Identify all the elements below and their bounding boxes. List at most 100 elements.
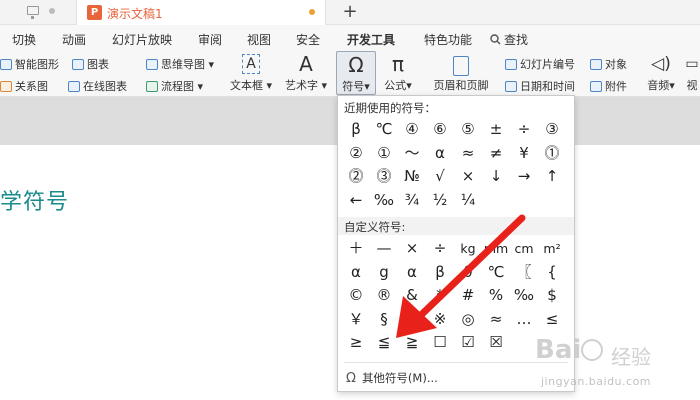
symbol-cell[interactable]: & <box>398 284 426 308</box>
tab-animation[interactable]: 动画 <box>62 31 86 48</box>
symbol-cell[interactable]: 〖 <box>510 261 538 285</box>
chart-button[interactable]: 图表 <box>72 56 109 72</box>
symbol-cell[interactable]: α <box>426 142 454 166</box>
textbox-icon: A <box>228 51 274 77</box>
symbol-cell[interactable]: ℃ <box>482 261 510 285</box>
home-tab-control[interactable] <box>27 5 57 19</box>
symbol-cell[interactable]: # <box>454 284 482 308</box>
slide-number-button[interactable]: 幻灯片编号 <box>505 56 575 72</box>
symbol-cell[interactable]: kg <box>454 237 482 261</box>
symbol-cell[interactable]: ÷ <box>510 118 538 142</box>
symbol-cell[interactable]: ④ <box>398 118 426 142</box>
symbol-cell[interactable]: β <box>342 118 370 142</box>
mindmap-button[interactable]: 思维导图 ▾ <box>146 56 214 72</box>
symbol-cell[interactable]: § <box>370 308 398 332</box>
symbol-cell[interactable]: ① <box>370 142 398 166</box>
symbol-cell[interactable]: β <box>426 261 454 285</box>
symbol-button[interactable]: Ω 符号▾ <box>336 51 376 95</box>
symbol-cell[interactable]: ≈ <box>454 142 482 166</box>
symbol-cell[interactable]: ⑥ <box>426 118 454 142</box>
symbol-cell[interactable]: ☒ <box>482 331 510 355</box>
smart-graphic-button[interactable]: 智能图形 <box>0 56 59 72</box>
symbol-cell[interactable]: mm <box>482 237 510 261</box>
tab-features[interactable]: 特色功能 <box>424 31 472 48</box>
formula-button[interactable]: π 公式▾ <box>379 51 417 93</box>
symbol-cell[interactable]: ☑ <box>454 331 482 355</box>
online-chart-button[interactable]: 在线图表 <box>68 78 127 94</box>
symbol-cell[interactable]: $ <box>538 284 566 308</box>
tab-transition[interactable]: 切换 <box>12 31 36 48</box>
symbol-cell[interactable]: ※ <box>426 308 454 332</box>
tab-security[interactable]: 安全 <box>296 31 320 48</box>
symbol-cell[interactable]: m² <box>538 237 566 261</box>
symbol-cell[interactable]: ≥ <box>342 331 370 355</box>
symbol-cell[interactable]: ↑ <box>538 165 566 189</box>
symbol-cell[interactable]: % <box>482 284 510 308</box>
tab-developer[interactable]: 开发工具 <box>347 31 395 48</box>
symbol-cell[interactable]: √ <box>426 165 454 189</box>
symbol-cell[interactable]: ℃ <box>370 118 398 142</box>
symbol-cell[interactable]: ≤ <box>538 308 566 332</box>
symbol-cell[interactable]: ⓵ <box>538 142 566 166</box>
document-tab[interactable]: P 演示文稿1 <box>76 0 326 25</box>
symbol-cell[interactable]: α <box>342 261 370 285</box>
symbol-cell[interactable]: ‰ <box>370 189 398 213</box>
wordart-button[interactable]: A 艺术字 ▾ <box>281 51 331 93</box>
symbol-cell[interactable]: ≈ <box>482 308 510 332</box>
slide-title-text[interactable]: 学符号 <box>0 184 69 216</box>
symbol-cell[interactable]: ¥ <box>510 142 538 166</box>
datetime-button[interactable]: 日期和时间 <box>505 78 575 94</box>
textbox-button[interactable]: A 文本框 ▾ <box>228 51 274 93</box>
symbol-cell[interactable]: ½ <box>426 189 454 213</box>
video-button[interactable]: ▭ 视 <box>684 51 700 93</box>
tab-review[interactable]: 审阅 <box>198 31 222 48</box>
watermark: Bai 经验 jingyan.baidu.com <box>527 335 697 395</box>
symbol-cell[interactable]: … <box>510 308 538 332</box>
symbol-cell[interactable]: ≧ <box>398 331 426 355</box>
symbol-cell[interactable]: — <box>370 237 398 261</box>
symbol-cell[interactable]: θ <box>454 261 482 285</box>
symbol-cell[interactable]: → <box>510 165 538 189</box>
symbol-cell[interactable]: ¦ <box>398 308 426 332</box>
attachment-button[interactable]: 附件 <box>590 78 627 94</box>
tab-view[interactable]: 视图 <box>247 31 271 48</box>
object-button[interactable]: 对象 <box>590 56 627 72</box>
relation-button[interactable]: 关系图 <box>0 78 48 94</box>
new-tab-button[interactable]: + <box>340 1 360 22</box>
symbol-cell[interactable]: ↓ <box>482 165 510 189</box>
symbol-cell[interactable]: ⑤ <box>454 118 482 142</box>
symbol-cell[interactable]: ② <box>342 142 370 166</box>
header-footer-button[interactable]: 页眉和页脚 <box>430 51 492 93</box>
symbol-cell[interactable]: ‰ <box>510 284 538 308</box>
symbol-cell[interactable]: α <box>398 261 426 285</box>
audio-button[interactable]: ◁) 音频▾ <box>645 51 677 93</box>
symbol-cell[interactable]: × <box>398 237 426 261</box>
symbol-cell[interactable]: ③ <box>538 118 566 142</box>
symbol-cell[interactable]: ® <box>370 284 398 308</box>
symbol-cell[interactable]: ¼ <box>454 189 482 213</box>
symbol-cell[interactable]: ≦ <box>370 331 398 355</box>
symbol-cell[interactable]: № <box>398 165 426 189</box>
more-symbols-button[interactable]: Ω 其他符号(M)... <box>346 370 438 386</box>
symbol-cell[interactable]: ☐ <box>426 331 454 355</box>
symbol-cell[interactable]: ◎ <box>454 308 482 332</box>
symbol-cell[interactable]: ≠ <box>482 142 510 166</box>
symbol-cell[interactable]: ～ <box>398 142 426 166</box>
tab-slideshow[interactable]: 幻灯片放映 <box>112 31 172 48</box>
symbol-cell[interactable]: ＋ <box>342 237 370 261</box>
symbol-cell[interactable]: ⓶ <box>342 165 370 189</box>
symbol-cell[interactable]: ￥ <box>342 308 370 332</box>
flowchart-button[interactable]: 流程图 ▾ <box>146 78 203 94</box>
symbol-cell[interactable]: * <box>426 284 454 308</box>
symbol-cell[interactable]: cm <box>510 237 538 261</box>
symbol-cell[interactable]: ⓷ <box>370 165 398 189</box>
symbol-cell[interactable]: ← <box>342 189 370 213</box>
search-button[interactable]: 查找 <box>490 31 528 48</box>
symbol-cell[interactable]: © <box>342 284 370 308</box>
symbol-cell[interactable]: ¾ <box>398 189 426 213</box>
symbol-cell[interactable]: ÷ <box>426 237 454 261</box>
symbol-cell[interactable]: ± <box>482 118 510 142</box>
symbol-cell[interactable]: g <box>370 261 398 285</box>
symbol-cell[interactable]: × <box>454 165 482 189</box>
symbol-cell[interactable]: { <box>538 261 566 285</box>
